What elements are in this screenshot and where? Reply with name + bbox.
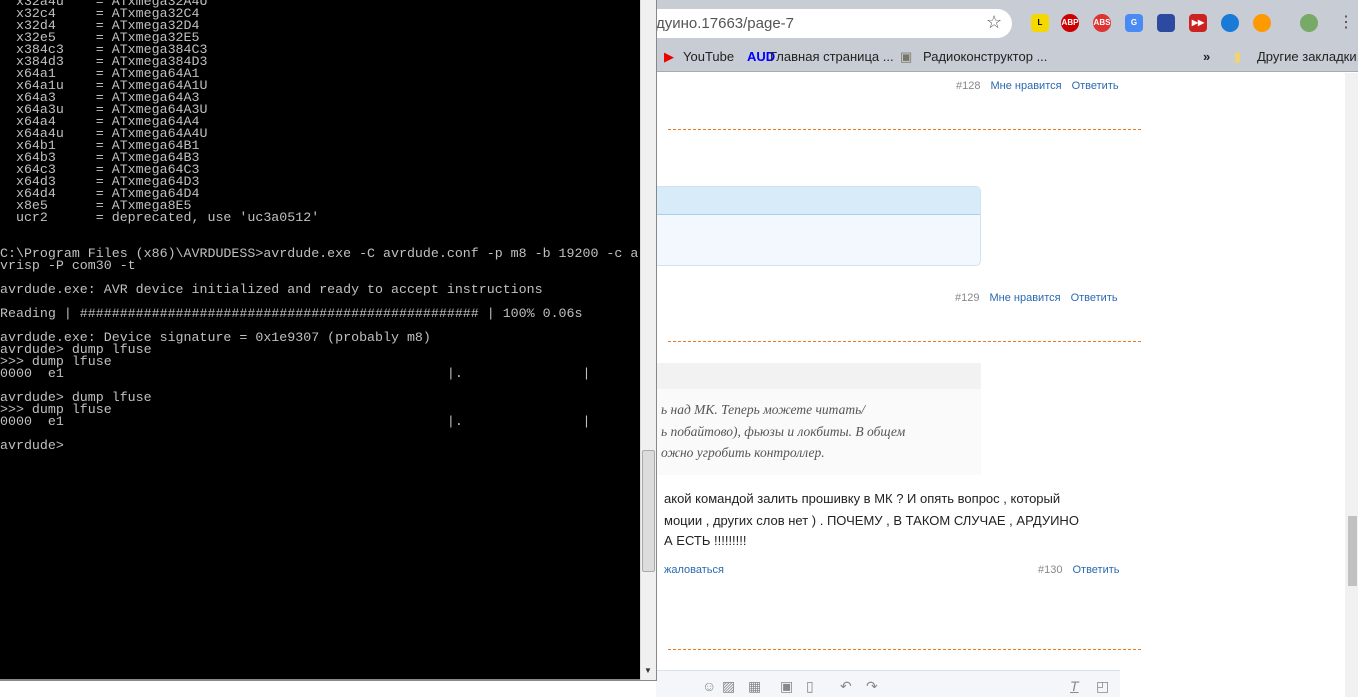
image-icon[interactable]: ▨ <box>722 678 735 695</box>
profile-avatar[interactable] <box>1300 14 1318 32</box>
cloud-icon[interactable]: cloud <box>1221 14 1239 32</box>
new-page-icon[interactable]: ▯ <box>806 678 814 695</box>
quote-text: ь над МК. Теперь можете читать/ <box>661 402 865 417</box>
like-link[interactable]: Мне нравится <box>990 80 1061 92</box>
terminal-line: avrdude> <box>0 438 64 452</box>
post-number[interactable]: #130 <box>1038 564 1062 576</box>
post-meta-130: #130 Ответить <box>1038 564 1130 576</box>
redo-icon[interactable]: ↷ <box>866 678 878 695</box>
message-icon[interactable]: msg <box>1253 14 1271 32</box>
youtube-icon: ▶ <box>664 49 674 64</box>
editor-toolbar: ☺ ▨ ▦ ▣ ▯ ↶ ↷ T ◰ <box>656 670 1120 697</box>
smiley-icon[interactable]: ☺ <box>702 678 716 694</box>
post-divider <box>668 129 1141 130</box>
page-scrollbar-thumb[interactable] <box>1348 516 1357 586</box>
source-icon[interactable]: ◰ <box>1096 678 1109 695</box>
terminal-line: avrdude.exe: AVR device initialized and … <box>0 282 543 297</box>
post-text: акой командой залить прошивку в МК ? И о… <box>664 491 1061 506</box>
terminal-scrollbar[interactable] <box>640 0 656 680</box>
terminal-line: vrisp -P com30 -t <box>0 258 136 273</box>
media-icon[interactable]: ▦ <box>748 678 761 695</box>
terminal-scrollbar-thumb[interactable] <box>642 450 655 572</box>
page-scrollbar[interactable] <box>1345 73 1358 697</box>
shield-icon[interactable]: shield <box>1157 14 1175 32</box>
other-bookmarks[interactable]: Другие закладки <box>1257 49 1357 64</box>
bookmark-main-page[interactable]: Главная страница ... <box>770 49 894 64</box>
adblock-icon[interactable]: ABS <box>1093 14 1111 32</box>
terminal-output: x32a4u = ATxmega32A4U x32c4 = ATxmega32C… <box>0 0 640 452</box>
google-translate-icon[interactable]: G <box>1125 14 1143 32</box>
bookmark-star-icon[interactable]: ☆ <box>986 12 1002 33</box>
post-number[interactable]: #128 <box>956 80 980 92</box>
quote-text: ожно угробить контроллер. <box>661 445 825 460</box>
bookmarks-more-button[interactable]: » <box>1203 49 1210 64</box>
post-meta-129: #129 Мне нравится Ответить <box>955 292 1128 304</box>
complain-link[interactable]: жаловаться <box>664 564 724 576</box>
folder-icon: ▮ <box>1234 49 1242 64</box>
quote-box <box>640 186 981 266</box>
post-meta-130-left: жаловаться <box>664 564 734 576</box>
save-icon[interactable]: ▣ <box>780 678 793 695</box>
menu-dots-icon[interactable]: ⋮ <box>1338 12 1354 32</box>
terminal-line: 0000 e1 |. | <box>0 414 591 429</box>
post-number[interactable]: #129 <box>955 292 979 304</box>
terminal-window[interactable]: x32a4u = ATxmega32A4U x32c4 = ATxmega32C… <box>0 0 657 681</box>
address-bar[interactable]: дуино.17663/page-7 <box>600 9 1012 38</box>
taskbar-strip <box>0 681 656 697</box>
post-text: А ЕСТЬ !!!!!!!!! <box>664 533 747 548</box>
extension-l-icon[interactable]: L <box>1031 14 1049 32</box>
reply-link[interactable]: Ответить <box>1072 564 1119 576</box>
bookmark-youtube[interactable]: YouTube <box>683 49 734 64</box>
bookmark-radioconstructor[interactable]: Радиоконструктор ... <box>923 49 1047 64</box>
reply-link[interactable]: Ответить <box>1072 80 1119 92</box>
scroll-down-arrow-icon[interactable]: ▼ <box>644 666 652 675</box>
remove-format-icon[interactable]: T <box>1070 678 1079 694</box>
like-link[interactable]: Мне нравится <box>989 292 1060 304</box>
adblock-plus-icon[interactable]: ABP <box>1061 14 1079 32</box>
terminal-line: Reading | ##############################… <box>0 306 583 321</box>
post-meta-128: #128 Мне нравится Ответить <box>956 80 1129 92</box>
post-text: моции , других слов нет ) . ПОЧЕМУ , В Т… <box>664 513 1079 528</box>
radio-icon: ▣ <box>900 49 913 64</box>
fast-forward-icon[interactable]: ▶▶ <box>1189 14 1207 32</box>
terminal-line: 0000 e1 |. | <box>0 366 591 381</box>
post-divider <box>668 341 1141 342</box>
quote-text: ь побайтово), фьюзы и локбиты. В общем <box>661 424 906 439</box>
post-divider <box>668 649 1141 650</box>
terminal-line: ucr2 = deprecated, use 'uc3a0512' <box>0 210 320 225</box>
undo-icon[interactable]: ↶ <box>840 678 852 695</box>
reply-link[interactable]: Ответить <box>1071 292 1118 304</box>
